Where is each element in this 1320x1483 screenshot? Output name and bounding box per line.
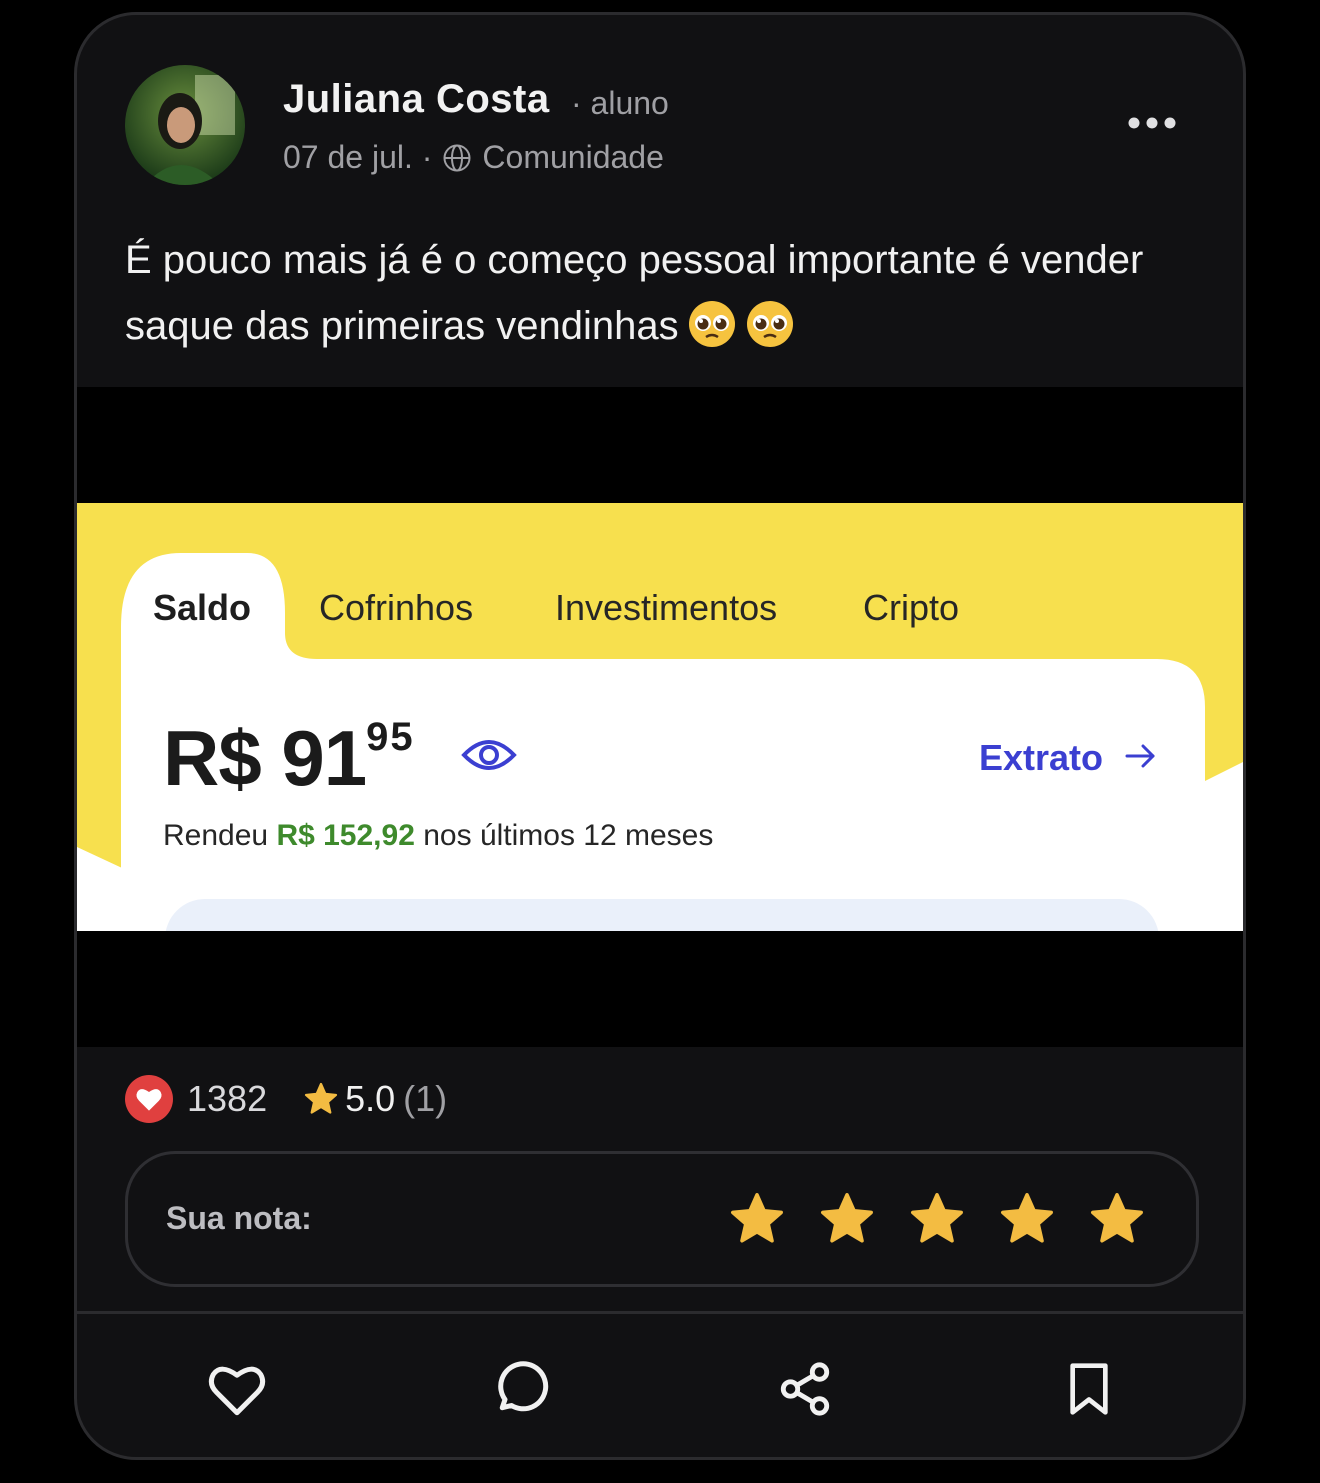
post-meta: 07 de jul. · Comunidade xyxy=(283,139,664,176)
extrato-link: Extrato xyxy=(979,737,1104,778)
likes-count[interactable]: 1382 xyxy=(187,1078,267,1120)
pleading-face-emoji xyxy=(688,301,735,347)
your-rating-label: Sua nota: xyxy=(166,1200,312,1236)
tab-cofrinhos: Cofrinhos xyxy=(319,587,474,628)
tab-cripto: Cripto xyxy=(863,587,960,628)
heart-icon xyxy=(208,1366,266,1416)
balance-main: R$ 91 xyxy=(163,714,367,802)
balance-cents: 95 xyxy=(366,715,415,759)
rate-star-1-icon[interactable] xyxy=(728,1190,786,1248)
author-name[interactable]: Juliana Costa xyxy=(283,77,550,122)
arrow-right-icon xyxy=(1125,744,1155,768)
like-button[interactable] xyxy=(207,1359,267,1419)
comment-button[interactable] xyxy=(491,1359,551,1419)
rate-star-4-icon[interactable] xyxy=(998,1190,1056,1248)
post-text: É pouco mais já é o começo pessoal impor… xyxy=(125,227,1185,359)
rating-value: 5.0 xyxy=(345,1078,396,1119)
post-image[interactable]: Saldo Cofrinhos Investimentos Cripto R$ … xyxy=(77,387,1243,1047)
post-card: Juliana Costa · aluno 07 de jul. · Comun… xyxy=(74,12,1246,1460)
bookmark-icon xyxy=(1070,1363,1108,1415)
rate-star-3-icon[interactable] xyxy=(908,1190,966,1248)
post-body: É pouco mais já é o começo pessoal impor… xyxy=(125,238,1144,348)
star-icon xyxy=(304,1082,338,1114)
tab-saldo: Saldo xyxy=(153,587,252,628)
divider xyxy=(77,1311,1243,1314)
more-options-icon[interactable] xyxy=(1117,103,1187,143)
rate-star-5-icon[interactable] xyxy=(1088,1190,1146,1248)
rating-count: (1) xyxy=(403,1078,448,1119)
pleading-face-emoji xyxy=(746,301,793,347)
rating-box: Sua nota: xyxy=(125,1151,1199,1287)
post-visibility: Comunidade xyxy=(482,139,664,175)
bank-app-screenshot: Saldo Cofrinhos Investimentos Cripto R$ … xyxy=(77,503,1243,931)
post-date: 07 de jul. · xyxy=(283,139,433,175)
post-actions xyxy=(77,1315,1243,1457)
post-stats: 1382 5.0 (1) xyxy=(125,1075,447,1123)
globe-icon xyxy=(443,144,471,171)
screenshot-inner-box xyxy=(165,899,1159,931)
share-icon xyxy=(780,1362,830,1416)
balance-amount: R$ 9195 xyxy=(163,713,415,804)
comment-icon xyxy=(498,1361,549,1412)
share-button[interactable] xyxy=(775,1359,835,1419)
yield-suffix: nos últimos 12 meses xyxy=(423,819,714,852)
yield-amount: R$ 152,92 xyxy=(276,819,415,852)
eye-icon xyxy=(461,740,517,770)
author-role: · aluno xyxy=(571,85,669,121)
tab-investimentos: Investimentos xyxy=(555,587,778,628)
rating-stars xyxy=(728,1190,1146,1248)
author-avatar[interactable] xyxy=(125,65,245,185)
like-badge-heart-icon xyxy=(125,1075,173,1123)
yield-text: Rendeu R$ 152,92 nos últimos 12 meses xyxy=(163,819,713,853)
bookmark-button[interactable] xyxy=(1059,1359,1119,1419)
yield-prefix: Rendeu xyxy=(163,819,269,852)
rate-star-2-icon[interactable] xyxy=(818,1190,876,1248)
